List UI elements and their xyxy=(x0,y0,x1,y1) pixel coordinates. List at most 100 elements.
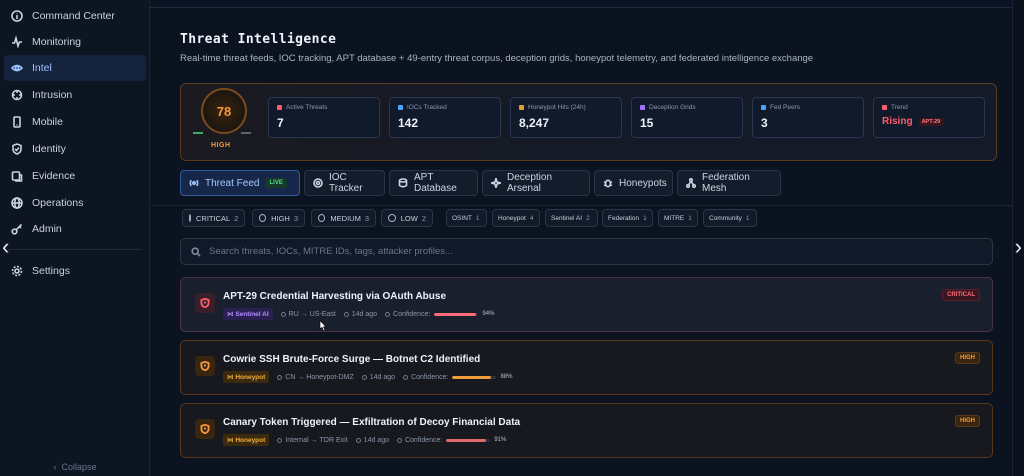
source-tag: ⋈ Honeypot xyxy=(223,371,270,383)
gear-icon xyxy=(10,264,24,278)
page-subtitle: Real-time threat feeds, IOC tracking, AP… xyxy=(180,53,814,64)
confidence-label: Confidence: xyxy=(404,436,443,444)
stat-label: Trend xyxy=(891,104,908,111)
age: 14d ago xyxy=(361,374,395,381)
sidebar-item-intel[interactable]: Intel xyxy=(4,55,146,81)
tab-label: APT Database xyxy=(414,172,457,194)
confidence: Confidence: 91% xyxy=(396,436,506,444)
filter-source-mitre[interactable]: MITRE 1 xyxy=(658,209,698,227)
alert-icon xyxy=(277,105,282,110)
chip-label: OSINT xyxy=(452,214,472,222)
target-icon xyxy=(313,178,323,188)
confidence: Confidence: 88% xyxy=(403,374,512,381)
chip-label: LOW xyxy=(400,213,418,223)
source-tag: ⋈ Honeypot xyxy=(223,434,270,446)
trend-tag: APT-29 xyxy=(918,117,944,126)
route: Internal → TOR Exit xyxy=(277,437,348,444)
threat-title: APT-29 Credential Harvesting via OAuth A… xyxy=(223,291,447,302)
stat-label: Honeypot Hits (24h) xyxy=(528,104,586,111)
info-icon xyxy=(10,9,24,23)
sparkle-icon xyxy=(491,178,501,188)
tab-label: Federation Mesh xyxy=(702,172,750,194)
confidence-fill xyxy=(452,375,492,379)
sidebar-item-admin[interactable]: Admin xyxy=(4,216,146,242)
shield-check-icon xyxy=(10,142,24,156)
threat-meta: ⋈ Sentinel AI RU → US-East 14d ago Confi… xyxy=(223,308,502,320)
stat-value: 15 xyxy=(640,116,654,130)
sidebar: Command Center Monitoring Intel Intrusio… xyxy=(0,0,150,476)
sidebar-item-label: Command Center xyxy=(32,10,115,22)
bug-icon xyxy=(603,178,613,188)
chip-label: MITRE xyxy=(664,214,685,222)
shield-alert-icon xyxy=(195,419,215,439)
threat-level-label: HIGH xyxy=(211,142,231,149)
tab-federation-mesh[interactable]: Federation Mesh xyxy=(677,170,781,196)
sidebar-item-mobile[interactable]: Mobile xyxy=(4,109,146,135)
sidebar-item-label: Intel xyxy=(32,62,52,74)
sidebar-item-operations[interactable]: Operations xyxy=(4,190,146,216)
chip-count: 1 xyxy=(643,214,647,222)
confidence-icon xyxy=(396,437,402,443)
stat-value: 7 xyxy=(277,116,284,130)
filter-source-honeypot[interactable]: Honeypot 4 xyxy=(492,209,540,227)
globe-icon xyxy=(10,196,24,210)
tab-deception-arsenal[interactable]: Deception Arsenal xyxy=(482,170,590,196)
sidebar-item-label: Identity xyxy=(32,143,66,155)
tab-label: Honeypots xyxy=(619,177,667,189)
shield-alert-icon xyxy=(195,356,215,376)
phone-icon xyxy=(10,115,24,129)
top-strip xyxy=(150,0,1012,8)
search-input[interactable] xyxy=(209,246,969,257)
next-arrow-button[interactable]: › xyxy=(1015,236,1022,258)
source-tag: ⋈ Sentinel AI xyxy=(223,308,273,320)
stat-value: 8,247 xyxy=(519,116,550,130)
threat-title: Canary Token Triggered — Exfiltration of… xyxy=(223,417,521,428)
circle-icon xyxy=(189,214,191,222)
filter-source-community[interactable]: Community 1 xyxy=(703,209,757,227)
threat-card[interactable]: Cowrie SSH Brute-Force Surge — Botnet C2… xyxy=(180,340,993,395)
filter-source-sentinel-ai[interactable]: Sentinel AI 2 xyxy=(545,209,598,227)
confidence: Confidence: 94% xyxy=(385,311,494,318)
confidence-fill xyxy=(446,438,487,442)
sidebar-item-monitoring[interactable]: Monitoring xyxy=(4,29,146,55)
chip-count: 3 xyxy=(293,213,298,223)
tab-apt-database[interactable]: APT Database xyxy=(389,170,478,196)
threat-card[interactable]: APT-29 Credential Harvesting via OAuth A… xyxy=(180,277,993,332)
filter-source-osint[interactable]: OSINT 1 xyxy=(446,209,487,227)
previous-arrow-button[interactable]: ‹ xyxy=(2,236,9,258)
tab-honeypots[interactable]: Honeypots xyxy=(594,170,673,196)
tab-label: IOC Tracker xyxy=(329,172,363,194)
sidebar-item-evidence[interactable]: Evidence xyxy=(4,163,146,189)
circle-icon xyxy=(259,214,267,222)
filter-critical[interactable]: CRITICAL 2 xyxy=(182,209,245,227)
route-text: RU → US-East xyxy=(288,310,336,318)
stat-deception-grids: Deception Grids 15 xyxy=(631,97,743,138)
chip-label: Sentinel AI xyxy=(551,214,583,222)
chip-count: 1 xyxy=(475,214,480,222)
chip-label: HIGH xyxy=(271,213,290,223)
filter-source-federation[interactable]: Federation 1 xyxy=(602,209,653,227)
collapse-button[interactable]: ‹ Collapse xyxy=(0,462,150,472)
filter-high[interactable]: HIGH 3 xyxy=(252,209,305,227)
sidebar-item-command-center[interactable]: Command Center xyxy=(4,3,146,29)
filter-medium[interactable]: MEDIUM 3 xyxy=(311,209,376,227)
filter-divider xyxy=(150,205,1012,206)
sidebar-item-identity[interactable]: Identity xyxy=(4,136,146,162)
clock-icon xyxy=(343,311,349,317)
source-label: Honeypot xyxy=(235,437,266,444)
source-label: Sentinel AI xyxy=(235,311,269,318)
sidebar-divider xyxy=(8,249,142,250)
filter-low[interactable]: LOW 2 xyxy=(381,209,433,227)
tab-ioc-tracker[interactable]: IOC Tracker xyxy=(304,170,385,196)
threat-card[interactable]: Canary Token Triggered — Exfiltration of… xyxy=(180,403,993,458)
confidence-bar xyxy=(446,438,491,442)
circle-icon xyxy=(388,214,396,222)
sidebar-item-intrusion[interactable]: Intrusion xyxy=(4,82,146,108)
sidebar-item-settings[interactable]: Settings xyxy=(4,258,146,284)
chip-count: 2 xyxy=(234,213,239,223)
chip-count: 1 xyxy=(688,214,692,222)
tab-threat-feed[interactable]: Threat Feed LIVE xyxy=(180,170,300,196)
stat-value: 142 xyxy=(398,116,419,130)
route: CN → Honeypot-DMZ xyxy=(277,374,354,381)
stat-label: Active Threats xyxy=(286,104,328,111)
